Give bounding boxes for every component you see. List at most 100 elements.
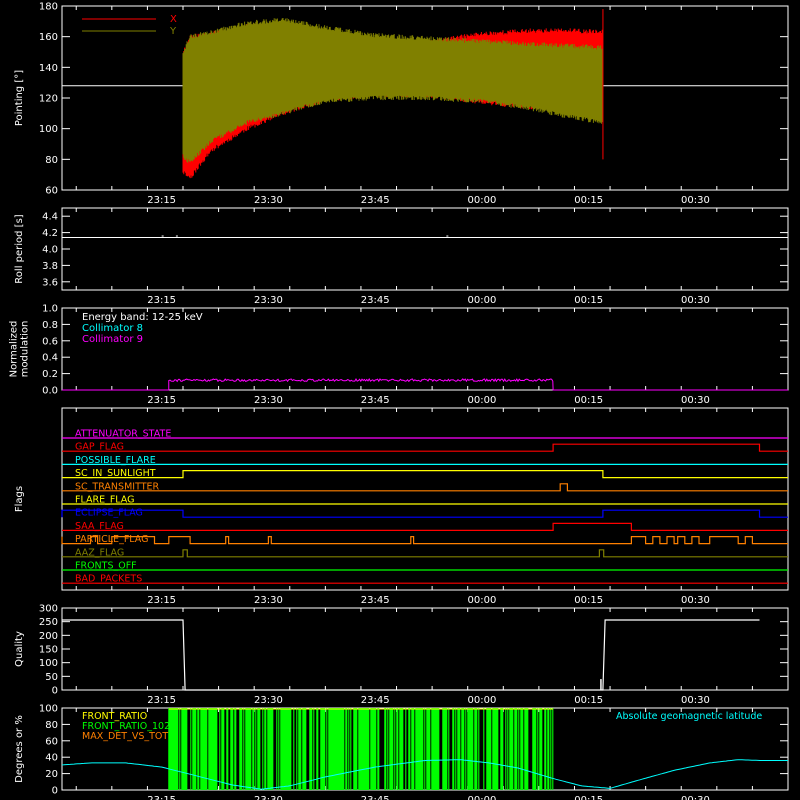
flag-label: SAA_FLAG [75, 521, 124, 532]
pointing-xtick-label: 23:45 [361, 195, 390, 206]
modulation-xtick-label: 23:45 [361, 395, 390, 406]
quality-ytick-label: 250 [39, 617, 58, 628]
modulation-ytick-label: 0.2 [42, 369, 58, 380]
front-ratio-xtick-label: 23:30 [254, 795, 283, 800]
flag-line-particle-flag [61, 536, 788, 545]
pointing-xtick-label: 00:15 [574, 195, 603, 206]
modulation-panel: 23:15 23:30 23:45 00:00 00:15 00:30 0.0 0.2 0.4 0… [9, 304, 789, 406]
flag-line-sc-in-sunlight [62, 470, 788, 479]
modulation-ytick-label: 0.8 [42, 320, 58, 331]
flag-label: FLARE_FLAG [75, 495, 135, 506]
flags-xtick-label: 00:00 [468, 595, 497, 606]
quality-xtick-label: 23:45 [361, 695, 390, 706]
roll-period-ytick-label: 4.2 [42, 228, 58, 239]
modulation-xtick-label: 00:30 [681, 395, 710, 406]
modulation-ylabel: Normalized [9, 321, 20, 378]
roll-period-frame [61, 207, 789, 291]
quality-panel: 23:15 23:30 23:45 00:00 00:15 00:30 0 50 100 150 2… [14, 604, 789, 706]
quality-xtick-label: 23:30 [254, 695, 283, 706]
flag-label: ATTENUATOR_STATE [75, 429, 171, 440]
quality-ytick-label: 0 [52, 686, 58, 697]
pointing-ylabel: Pointing [°] [14, 70, 25, 126]
front-ratio-xtick-label: 23:45 [361, 795, 390, 800]
flag-label: GAP_FLAG [75, 442, 124, 453]
flags-xtick-label: 00:30 [681, 595, 710, 606]
flag-line-eclipse-flag [61, 509, 788, 518]
pointing-xtick-label: 00:00 [468, 195, 497, 206]
front-ratio-ytick-label: 0 [52, 786, 58, 797]
roll-period-ytick-label: 4.0 [42, 245, 58, 256]
quality-ytick-label: 150 [39, 645, 58, 656]
flag-label: POSSIBLE_FLARE [75, 455, 156, 466]
roll-period-panel: 23:15 23:30 23:45 00:00 00:15 00:30 3.6 3.8 4.0 4… [14, 207, 789, 306]
front-ratio-ytick-label: 100 [39, 704, 58, 715]
modulation-ylabel: modulation [20, 321, 31, 378]
geomagnetic-latitude-annotation: Absolute geomagnetic latitude [616, 711, 762, 722]
quality-ytick-label: 50 [45, 672, 58, 683]
roll-period-ytick-label: 4.4 [42, 212, 58, 223]
modulation-xtick-label: 23:15 [147, 395, 176, 406]
roll-period-xtick-label: 23:30 [254, 295, 283, 306]
front-ratio-legend-label: MAX_DET_VS_TOT [82, 731, 168, 742]
modulation-ytick-label: 0.6 [42, 336, 58, 347]
pointing-ytick-label: 100 [39, 124, 58, 135]
front-ratio-panel: 23:15 23:30 23:45 00:00 00:15 00:30 0 20 40 60 80 1… [14, 704, 789, 800]
flag-line-sc-transmitter [62, 483, 788, 492]
flag-line-saa-flag [62, 522, 788, 531]
pointing-ytick-label: 160 [39, 32, 58, 43]
rhessi-observing-summary-plot: 23:15 23:30 23:45 00:00 00:15 00:30 60 80 100 120… [9, 2, 789, 800]
modulation-legend-label: Collimator 9 [82, 334, 143, 345]
roll-period-xtick-label: 00:15 [574, 295, 603, 306]
pointing-ytick-label: 140 [39, 63, 58, 74]
flag-label: SC_TRANSMITTER [75, 481, 160, 492]
flag-label: ECLIPSE_FLAG [75, 508, 143, 519]
roll-period-xtick-label: 00:30 [681, 295, 710, 306]
modulation-ytick-label: 0.4 [42, 353, 58, 364]
quality-xtick-label: 00:30 [681, 695, 710, 706]
flag-label: SC_IN_SUNLIGHT [75, 468, 156, 479]
flag-line-gap-flag [62, 443, 788, 452]
modulation-ytick-label: 0.0 [42, 386, 58, 397]
pointing-legend-label: Y [169, 26, 177, 37]
front-ratio-ytick-label: 40 [45, 753, 58, 764]
front-ratio-ytick-label: 20 [45, 769, 58, 780]
modulation-xtick-label: 23:30 [254, 395, 283, 406]
modulation-legend-label: Collimator 8 [82, 323, 143, 334]
front-ratio-xtick-label: 00:30 [681, 795, 710, 800]
modulation-series-collimator-9 [62, 377, 788, 391]
quality-xtick-label: 00:00 [468, 695, 497, 706]
modulation-ytick-label: 1.0 [42, 304, 58, 315]
flag-line-aaz-flag [62, 549, 788, 558]
roll-period-xtick-label: 23:15 [147, 295, 176, 306]
front-ratio-ytick-label: 60 [45, 736, 58, 747]
quality-ylabel: Quality [14, 631, 25, 667]
modulation-xtick-label: 00:00 [468, 395, 497, 406]
quality-ytick-label: 200 [39, 631, 58, 642]
flags-ylabel: Flags [14, 486, 25, 512]
pointing-ytick-label: 60 [45, 186, 58, 197]
quality-series [62, 619, 760, 691]
roll-period-ylabel: Roll period [s] [14, 214, 25, 283]
flags-panel: 23:15 23:30 23:45 00:00 00:15 00:30 Flags ATTEN… [14, 407, 789, 606]
quality-xtick-label: 00:15 [574, 695, 603, 706]
pointing-xtick-label: 23:30 [254, 195, 283, 206]
flag-label: FRONTS_OFF [75, 561, 137, 572]
flags-xtick-label: 23:15 [147, 595, 176, 606]
flags-xtick-label: 00:15 [574, 595, 603, 606]
flag-label: AAZ_FLAG [75, 547, 124, 558]
front-ratio-ylabel: Degrees or % [14, 715, 25, 783]
flags-xtick-label: 23:45 [361, 595, 390, 606]
quality-ytick-label: 100 [39, 658, 58, 669]
pointing-ytick-label: 80 [45, 155, 58, 166]
flag-label: BAD_PACKETS [75, 574, 142, 585]
pointing-panel: 23:15 23:30 23:45 00:00 00:15 00:30 60 80 100 120… [14, 2, 789, 206]
modulation-legend-label: Energy band: 12-25 keV [82, 312, 203, 323]
quality-ytick-label: 300 [39, 604, 58, 615]
roll-period-ytick-label: 3.6 [42, 277, 58, 288]
pointing-xtick-label: 23:15 [147, 195, 176, 206]
modulation-xtick-label: 00:15 [574, 395, 603, 406]
front-ratio-ytick-label: 80 [45, 720, 58, 731]
flags-xtick-label: 23:30 [254, 595, 283, 606]
pointing-ytick-label: 120 [39, 94, 58, 105]
roll-period-xtick-label: 23:45 [361, 295, 390, 306]
